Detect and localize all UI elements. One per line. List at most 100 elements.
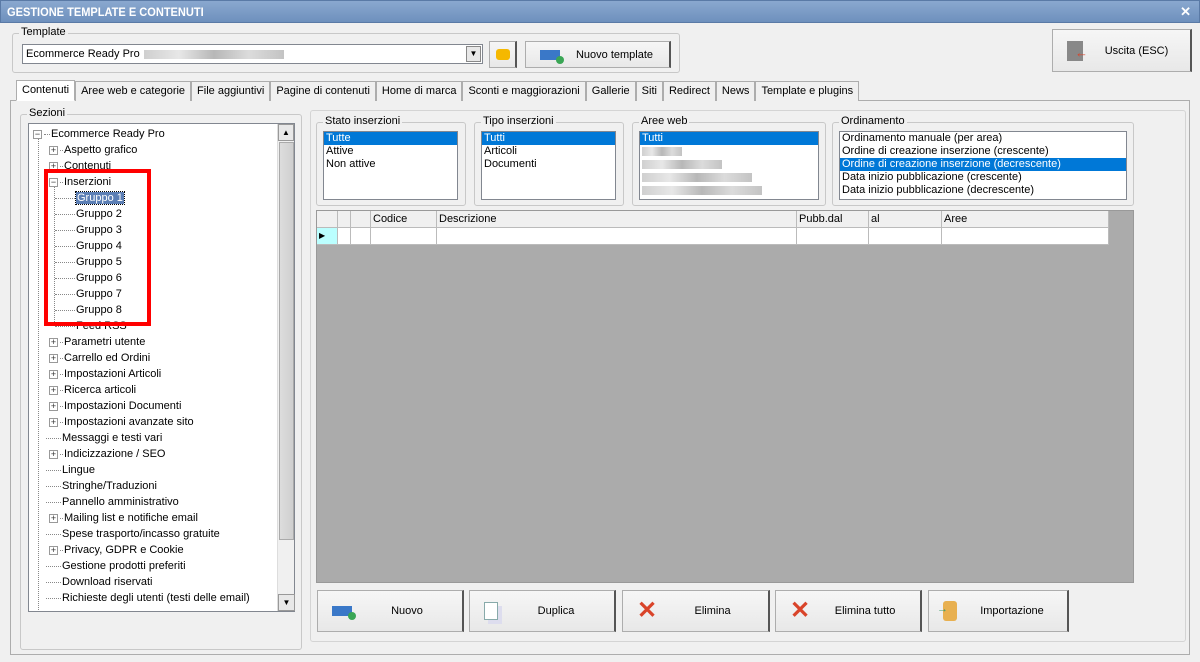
tree-item[interactable]: + Ricerca articoli	[49, 382, 136, 398]
grid-cell[interactable]	[351, 228, 371, 245]
tree-item[interactable]: + Privacy, GDPR e Cookie	[49, 542, 184, 558]
grid-cell[interactable]	[371, 228, 437, 245]
tree-root[interactable]: − Ecommerce Ready Pro	[33, 126, 165, 142]
column-header[interactable]: Codice	[371, 211, 437, 228]
close-icon[interactable]: ✕	[1180, 4, 1191, 20]
expand-icon[interactable]: +	[49, 417, 58, 427]
list-option[interactable]: Data inizio pubblicazione (decrescente)	[840, 184, 1126, 197]
button-label: Elimina tutto	[834, 605, 896, 617]
scroll-up-icon[interactable]: ▲	[278, 124, 294, 141]
column-header[interactable]: al	[869, 211, 942, 228]
tree-scrollbar[interactable]: ▲ ▼	[277, 124, 295, 611]
exit-label: Uscita (ESC)	[1104, 44, 1169, 57]
tab-home-di-marca[interactable]: Home di marca	[375, 81, 463, 101]
list-option[interactable]: Data inizio pubblicazione (crescente)	[840, 171, 1126, 184]
tab-file-aggiuntivi[interactable]: File aggiuntivi	[191, 81, 271, 101]
tree-item[interactable]: + Impostazioni Documenti	[49, 398, 181, 414]
expand-icon[interactable]: +	[49, 369, 58, 379]
tree-item[interactable]: + Impostazioni Articoli	[49, 366, 161, 382]
expand-icon[interactable]: +	[49, 401, 58, 411]
tree-item[interactable]: Pannello amministrativo	[46, 494, 179, 510]
grid-cell[interactable]	[437, 228, 797, 245]
redacted-option[interactable]	[640, 197, 818, 199]
redacted-option[interactable]	[640, 171, 818, 184]
tab-template-e-plugins[interactable]: Template e plugins	[755, 81, 860, 101]
tree-item[interactable]: + Parametri utente	[49, 334, 145, 350]
tree-item-label: Ricerca articoli	[64, 384, 137, 396]
row-indicator[interactable]: ▶	[317, 228, 338, 245]
column-header[interactable]: Aree	[942, 211, 1109, 228]
new-template-button[interactable]: Nuovo template	[525, 41, 671, 68]
expand-icon[interactable]: +	[49, 545, 58, 555]
list-option[interactable]: Articoli	[482, 145, 615, 158]
exit-button[interactable]: ← Uscita (ESC)	[1052, 29, 1192, 72]
tab-redirect[interactable]: Redirect	[662, 81, 716, 101]
duplicate-icon	[484, 602, 498, 620]
importazione-button[interactable]: → Importazione	[928, 590, 1069, 632]
ordinamento-list[interactable]: Ordinamento manuale (per area) Ordine di …	[839, 131, 1127, 200]
expand-icon[interactable]: +	[49, 353, 58, 363]
insertions-grid[interactable]: ▶ Codice Descrizione Pubb.dal al Aree	[316, 210, 1134, 583]
tree-item[interactable]: Richieste degli utenti (testi delle emai…	[46, 590, 250, 606]
folder-icon	[495, 49, 510, 60]
list-option[interactable]: Tutti	[640, 132, 818, 145]
list-option[interactable]: Tutte	[324, 132, 457, 145]
redacted-option[interactable]	[640, 158, 818, 171]
elimina-button[interactable]: ✕ Elimina	[622, 590, 770, 632]
column-header[interactable]	[338, 211, 351, 228]
elimina-tutto-button[interactable]: ✕ Elimina tutto	[775, 590, 922, 632]
grid-cell[interactable]	[338, 228, 351, 245]
tree-item[interactable]: + Mailing list e notifiche email	[49, 510, 198, 526]
aree-list[interactable]: Tutti	[639, 131, 819, 200]
scroll-thumb[interactable]	[279, 142, 294, 540]
tab-sconti-e-maggiorazioni[interactable]: Sconti e maggiorazioni	[462, 81, 586, 101]
column-header[interactable]: Descrizione	[437, 211, 797, 228]
grid-cell[interactable]	[869, 228, 942, 245]
tree-item[interactable]: + Carrello ed Ordini	[49, 350, 150, 366]
tree-item[interactable]: + Indicizzazione / SEO	[49, 446, 166, 462]
tree-item[interactable]: Stringhe/Traduzioni	[46, 478, 157, 494]
tree-item[interactable]: Spese trasporto/incasso gratuite	[46, 526, 220, 542]
list-option[interactable]: Attive	[324, 145, 457, 158]
redacted-option[interactable]	[640, 145, 818, 158]
duplica-button[interactable]: Duplica	[469, 590, 616, 632]
expand-icon[interactable]: +	[49, 385, 58, 395]
tree-item[interactable]: Gestione prodotti preferiti	[46, 558, 186, 574]
column-header[interactable]: Pubb.dal	[797, 211, 869, 228]
tree-item[interactable]: Messaggi e testi vari	[46, 430, 162, 446]
tree-item-label: Carrello ed Ordini	[64, 352, 151, 364]
column-header[interactable]	[317, 211, 338, 228]
redacted-option[interactable]	[640, 184, 818, 197]
chevron-down-icon[interactable]: ▼	[466, 46, 481, 62]
tab-pagine-di-contenuti[interactable]: Pagine di contenuti	[270, 81, 376, 101]
expand-icon[interactable]: +	[49, 337, 58, 347]
scroll-down-icon[interactable]: ▼	[278, 594, 295, 611]
stato-list[interactable]: Tutte Attive Non attive	[323, 131, 458, 200]
list-option[interactable]: Tutti	[482, 132, 615, 145]
button-label: Elimina	[694, 605, 731, 617]
list-option[interactable]: Ordine di creazione inserzione (crescent…	[840, 145, 1126, 158]
list-option[interactable]: Ordinamento manuale (per area)	[840, 132, 1126, 145]
tree-item[interactable]: Download riservati	[46, 574, 152, 590]
list-option[interactable]: Documenti	[482, 158, 615, 171]
tab-contenuti[interactable]: Contenuti	[16, 80, 76, 101]
open-folder-button[interactable]	[489, 41, 517, 68]
column-header[interactable]	[351, 211, 371, 228]
template-select[interactable]: Ecommerce Ready Pro ▼	[22, 44, 483, 64]
nuovo-button[interactable]: Nuovo	[317, 590, 464, 632]
tab-gallerie[interactable]: Gallerie	[585, 81, 636, 101]
list-option[interactable]: Ordine di creazione inserzione (decresce…	[840, 158, 1126, 171]
tree-item[interactable]: Lingue	[46, 462, 95, 478]
tab-siti[interactable]: Siti	[635, 81, 663, 101]
tree-item[interactable]: + Aspetto grafico	[49, 142, 137, 158]
grid-cell[interactable]	[797, 228, 869, 245]
tab-aree-web-e-categorie[interactable]: Aree web e categorie	[75, 81, 192, 101]
tipo-list[interactable]: Tutti Articoli Documenti	[481, 131, 616, 200]
tab-news[interactable]: News	[715, 81, 756, 101]
expand-icon[interactable]: +	[49, 513, 58, 523]
list-option[interactable]: Non attive	[324, 158, 457, 171]
tree-item[interactable]: + Impostazioni avanzate sito	[49, 414, 194, 430]
expand-icon[interactable]: +	[49, 145, 58, 155]
grid-cell[interactable]	[942, 228, 1109, 245]
expand-icon[interactable]: +	[49, 449, 58, 459]
